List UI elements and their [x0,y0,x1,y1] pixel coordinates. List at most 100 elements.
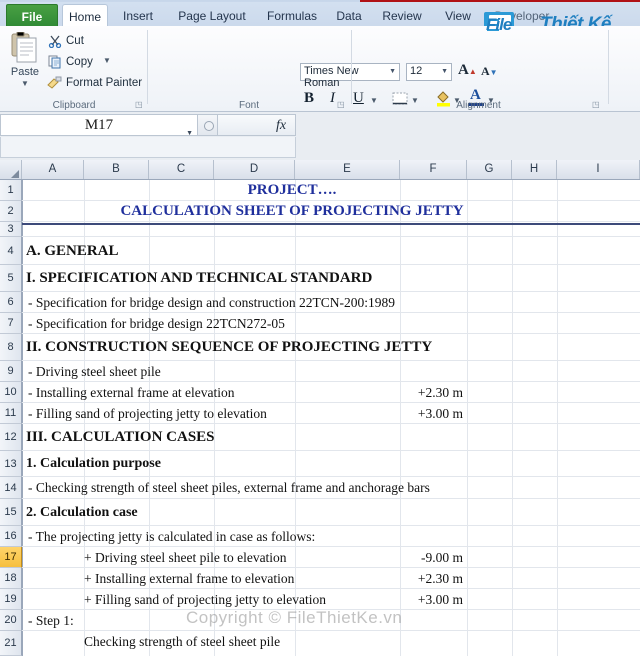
copy-icon[interactable] [48,55,62,69]
column-header-e[interactable]: E [295,160,400,179]
font-dialog-launcher-icon[interactable]: ◳ [337,100,346,109]
gridline-h-11 [22,423,640,424]
row-header-2[interactable]: 2 [0,201,22,222]
gridline-h-6 [22,312,640,313]
cell-row20-step1[interactable]: - Step 1: [28,611,74,630]
cell-row11-elevation-value[interactable]: +3.00 m [400,404,467,423]
cell-row21-checking-strength-pile[interactable]: Checking strength of steel sheet pile [84,632,280,651]
cut-icon[interactable] [48,34,62,48]
alignment-group-label: Alignment [456,100,501,111]
ribbon-group-clipboard: Paste ▼ Cut Copy ▼ Format Painter Clipbo… [0,26,148,112]
gridline-v-h [557,180,558,656]
gridline-h-13 [22,476,640,477]
cell-row4-a-general[interactable]: A. GENERAL [26,238,119,264]
cell-row17-driving-to-elevation[interactable]: + Driving steel sheet pile to elevation [84,548,287,567]
tab-data[interactable]: Data [328,4,370,28]
cell-row13-calculation-purpose[interactable]: 1. Calculation purpose [26,452,161,476]
cell-row5-specification-heading[interactable]: I. SPECIFICATION AND TECHNICAL STANDARD [26,266,372,291]
row-header-17[interactable]: 17 [0,547,22,568]
ribbon: Paste ▼ Cut Copy ▼ Format Painter Clipbo… [0,26,640,112]
row-header-7[interactable]: 7 [0,313,22,334]
gridline-v-f [467,180,468,656]
row-header-10[interactable]: 10 [0,382,22,403]
clipboard-group-label: Clipboard [52,100,96,111]
column-header-g[interactable]: G [467,160,512,179]
column-header-f[interactable]: F [400,160,467,179]
row-header-19[interactable]: 19 [0,589,22,610]
insert-function-area[interactable]: fx [218,114,296,136]
paste-label[interactable]: Paste [6,66,44,78]
row-header-18[interactable]: 18 [0,568,22,589]
cell-row10-installing-external-frame[interactable]: - Installing external frame at elevation [28,383,235,402]
clipboard-dialog-launcher-icon[interactable]: ◳ [135,100,144,109]
select-all-corner[interactable] [0,160,22,179]
copy-button[interactable]: Copy [66,56,93,68]
column-header-d[interactable]: D [214,160,295,179]
format-painter-button[interactable]: Format Painter [66,77,142,89]
name-box[interactable]: M17 ▼ [0,114,198,137]
cell-row8-construction-sequence-heading[interactable]: II. CONSTRUCTION SEQUENCE OF PROJECTING … [26,335,432,360]
row-header-12[interactable]: 12 [0,424,22,451]
column-header-row: A B C D E F G H I [0,160,640,180]
cell-row2-title[interactable]: CALCULATION SHEET OF PROJECTING JETTY [22,201,562,221]
row-header-4[interactable]: 4 [0,237,22,265]
gridline-h-10 [22,402,640,403]
cell-row1-title[interactable]: PROJECT…. [22,180,562,200]
cell-row19-filling-to-elevation[interactable]: + Filling sand of projecting jetty to el… [84,590,326,609]
tab-view[interactable]: View [436,4,480,28]
logo-text-file: File [486,15,512,34]
copy-dropdown-arrow-icon[interactable]: ▼ [103,56,111,65]
row-header-1[interactable]: 1 [0,180,22,201]
cell-row12-calculation-cases-heading[interactable]: III. CALCULATION CASES [26,425,215,450]
cell-row7-spec-bridge-design[interactable]: - Specification for bridge design 22TCN2… [28,314,285,333]
cell-row18-installing-to-elevation[interactable]: + Installing external frame to elevation [84,569,294,588]
cell-row18-elevation-value[interactable]: +2.30 m [400,569,467,588]
ribbon-group-font: Times New Roman ▼ 12 ▼ A▲ A▼ B I U ▼ ▼ ▼ [148,26,498,112]
insert-function-icon[interactable]: fx [276,118,286,134]
gridline-h-3 [22,236,640,237]
cut-button[interactable]: Cut [66,35,84,47]
tab-formulas[interactable]: Formulas [260,4,324,28]
row-header-20[interactable]: 20 [0,610,22,631]
row-header-11[interactable]: 11 [0,403,22,424]
tab-file[interactable]: File [6,4,58,28]
tab-insert[interactable]: Insert [112,4,164,28]
row-header-21[interactable]: 21 [0,631,22,656]
cell-row15-calculation-case[interactable]: 2. Calculation case [26,500,138,525]
column-header-c[interactable]: C [149,160,214,179]
ribbon-group-alignment: ▼ Wrap Text [352,26,605,112]
row-header-3[interactable]: 3 [0,222,22,237]
cell-row9-driving-steel-sheet-pile[interactable]: - Driving steel sheet pile [28,362,161,381]
paste-dropdown-arrow-icon[interactable]: ▼ [21,79,29,88]
cell-row17-elevation-value[interactable]: -9.00 m [400,548,467,567]
row-header-16[interactable]: 16 [0,526,22,547]
cell-row11-filling-sand[interactable]: - Filling sand of projecting jetty to el… [28,404,267,423]
format-painter-icon[interactable] [46,76,62,90]
cell-row10-elevation-value[interactable]: +2.30 m [400,383,467,402]
column-header-i[interactable]: I [557,160,640,179]
tab-page-layout[interactable]: Page Layout [168,4,256,28]
row-header-9[interactable]: 9 [0,361,22,382]
ribbon-group-number: Gene $ ▼ [609,26,640,112]
cell-row6-spec-bridge-construction[interactable]: - Specification for bridge design and co… [28,293,395,312]
cell-row14-checking-strength[interactable]: - Checking strength of steel sheet piles… [28,478,430,498]
column-header-a[interactable]: A [22,160,84,179]
cell-row16-calculated-in-case[interactable]: - The projecting jetty is calculated in … [28,527,315,546]
tab-review[interactable]: Review [374,4,430,28]
row-header-14[interactable]: 14 [0,477,22,499]
row-header-15[interactable]: 15 [0,499,22,526]
row-header-6[interactable]: 6 [0,292,22,313]
formula-input[interactable] [0,137,296,158]
row-header-column: 1 2 3 4 5 6 7 8 9 10 11 12 13 14 15 16 1… [0,180,22,656]
cell-area: PROJECT…. CALCULATION SHEET OF PROJECTIN… [22,180,640,656]
row-header-8[interactable]: 8 [0,334,22,361]
alignment-dialog-launcher-icon[interactable]: ◳ [592,100,601,109]
column-header-b[interactable]: B [84,160,149,179]
column-header-h[interactable]: H [512,160,557,179]
paste-icon[interactable] [10,32,38,64]
cell-row19-elevation-value[interactable]: +3.00 m [400,590,467,609]
row-header-5[interactable]: 5 [0,265,22,292]
formula-bar-cancel-accept-group[interactable] [198,114,218,136]
row-header-13[interactable]: 13 [0,451,22,477]
tab-home[interactable]: Home [62,4,108,28]
